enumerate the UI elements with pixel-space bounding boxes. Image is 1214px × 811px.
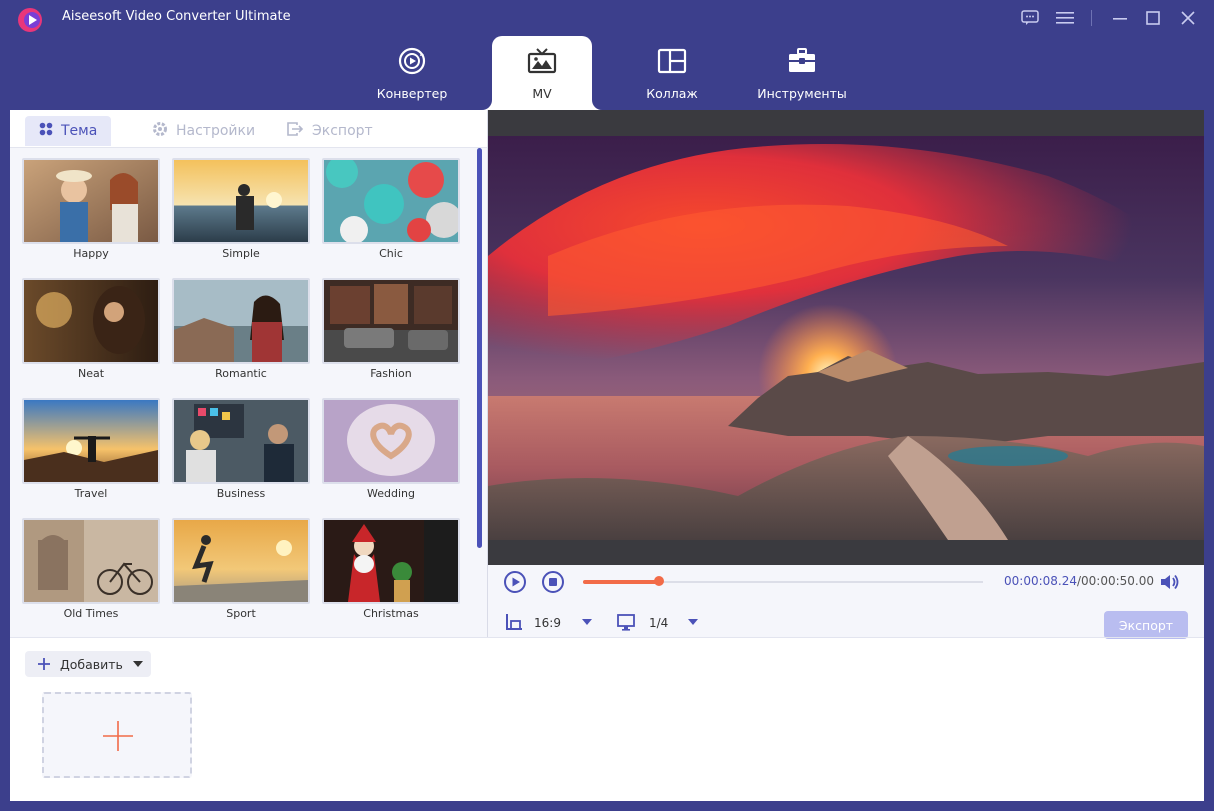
monitor-icon[interactable] [616, 612, 640, 636]
close-icon[interactable] [1176, 6, 1200, 30]
export-icon [286, 121, 304, 141]
gear-icon [152, 121, 168, 141]
progress-fill [583, 580, 659, 584]
title-separator [1091, 10, 1092, 26]
tab-converter[interactable]: Конвертер [362, 36, 462, 110]
tab-tools[interactable]: Инструменты [752, 36, 852, 110]
add-button[interactable]: Добавить [25, 651, 151, 677]
theme-name: Christmas [363, 607, 419, 620]
page-indicator[interactable]: 1/4 [649, 616, 668, 630]
chevron-down-icon[interactable] [686, 614, 710, 638]
time-display: 00:00:08.24/00:00:50.00 [1004, 574, 1154, 588]
maximize-icon[interactable] [1141, 6, 1165, 30]
theme-thumbnail [172, 398, 310, 484]
subtab-theme-label: Тема [61, 123, 98, 139]
theme-thumbnail [322, 158, 460, 244]
player-controls: 00:00:08.24/00:00:50.00 16:9 1/4 Экспорт [488, 565, 1204, 639]
theme-name: Old Times [63, 607, 119, 620]
theme-thumbnail [322, 278, 460, 364]
preview-frame [488, 136, 1204, 540]
plus-icon [37, 657, 51, 671]
app-logo-icon [14, 6, 46, 34]
theme-chic[interactable]: Chic [322, 158, 460, 270]
theme-name: Travel [74, 487, 108, 500]
add-media-plus-icon [103, 721, 133, 751]
subtab-settings[interactable]: Настройки [138, 116, 269, 146]
theme-thumbnail [22, 518, 160, 604]
video-preview [488, 110, 1204, 565]
menu-icon[interactable] [1053, 6, 1077, 30]
theme-happy[interactable]: Happy [22, 158, 160, 270]
theme-simple[interactable]: Simple [172, 158, 310, 270]
theme-romantic[interactable]: Romantic [172, 278, 310, 390]
theme-thumbnail [172, 518, 310, 604]
theme-panel: Тема Настройки Экспорт Happy Simple Chic… [10, 110, 487, 637]
theme-old-times[interactable]: Old Times [22, 518, 160, 630]
theme-name: Sport [226, 607, 256, 620]
tab-collage[interactable]: Коллаж [622, 36, 722, 110]
chevron-down-icon [132, 658, 144, 670]
theme-thumbnail [322, 518, 460, 604]
tab-corner [482, 100, 492, 110]
subtab-theme[interactable]: Тема [25, 116, 112, 146]
theme-sport[interactable]: Sport [172, 518, 310, 630]
media-drop-zone[interactable] [42, 692, 192, 778]
feedback-icon[interactable] [1018, 6, 1042, 30]
tab-corner [592, 100, 602, 110]
aspect-ratio-icon[interactable] [504, 612, 528, 636]
theme-scrollbar[interactable] [477, 148, 482, 548]
volume-icon[interactable] [1158, 570, 1182, 594]
subtab-settings-label: Настройки [176, 123, 256, 139]
tab-converter-label: Конвертер [376, 86, 448, 101]
theme-thumbnail [22, 278, 160, 364]
minimize-icon[interactable] [1108, 6, 1132, 30]
tab-tools-label: Инструменты [757, 86, 847, 101]
theme-thumbnail [22, 398, 160, 484]
theme-thumbnail [172, 158, 310, 244]
stop-button[interactable] [541, 570, 565, 594]
theme-neat[interactable]: Neat [22, 278, 160, 390]
tab-mv-label: MV [532, 86, 552, 101]
export-button[interactable]: Экспорт [1104, 611, 1188, 639]
chevron-down-icon[interactable] [580, 614, 604, 638]
theme-grid: Happy Simple Chic Neat Romantic Fashion … [22, 158, 472, 630]
aspect-ratio-value[interactable]: 16:9 [534, 616, 561, 630]
subtab-export-label: Экспорт [312, 123, 373, 139]
title-bar: Aiseesoft Video Converter Ultimate [0, 0, 1214, 36]
convert-icon [397, 44, 427, 78]
collage-icon [657, 44, 687, 78]
subtab-export[interactable]: Экспорт [272, 116, 387, 146]
current-time: 00:00:08.24 [1004, 574, 1077, 588]
theme-name: Simple [222, 247, 260, 260]
tv-icon [527, 44, 557, 78]
theme-name: Romantic [215, 367, 267, 380]
add-button-label: Добавить [60, 656, 123, 672]
main-content: Тема Настройки Экспорт Happy Simple Chic… [10, 110, 1204, 801]
total-time: /00:00:50.00 [1076, 574, 1155, 588]
theme-thumbnail [322, 398, 460, 484]
theme-fashion[interactable]: Fashion [322, 278, 460, 390]
theme-christmas[interactable]: Christmas [322, 518, 460, 630]
theme-business[interactable]: Business [172, 398, 310, 510]
panel-tabs: Тема Настройки Экспорт [10, 110, 487, 148]
tab-mv[interactable]: MV [492, 36, 592, 110]
theme-name: Happy [73, 247, 109, 260]
theme-thumbnail [22, 158, 160, 244]
bottom-divider [10, 637, 1204, 638]
app-title: Aiseesoft Video Converter Ultimate [62, 9, 291, 24]
theme-travel[interactable]: Travel [22, 398, 160, 510]
theme-thumbnail [172, 278, 310, 364]
toolbox-icon [787, 44, 817, 78]
grid-icon [39, 122, 53, 140]
play-button[interactable] [503, 570, 527, 594]
theme-name: Neat [77, 367, 105, 380]
theme-name: Chic [379, 247, 403, 260]
theme-name: Fashion [370, 367, 412, 380]
theme-name: Business [216, 487, 266, 500]
theme-wedding[interactable]: Wedding [322, 398, 460, 510]
theme-name: Wedding [367, 487, 415, 500]
tab-collage-label: Коллаж [646, 86, 698, 101]
progress-handle[interactable] [654, 576, 664, 586]
